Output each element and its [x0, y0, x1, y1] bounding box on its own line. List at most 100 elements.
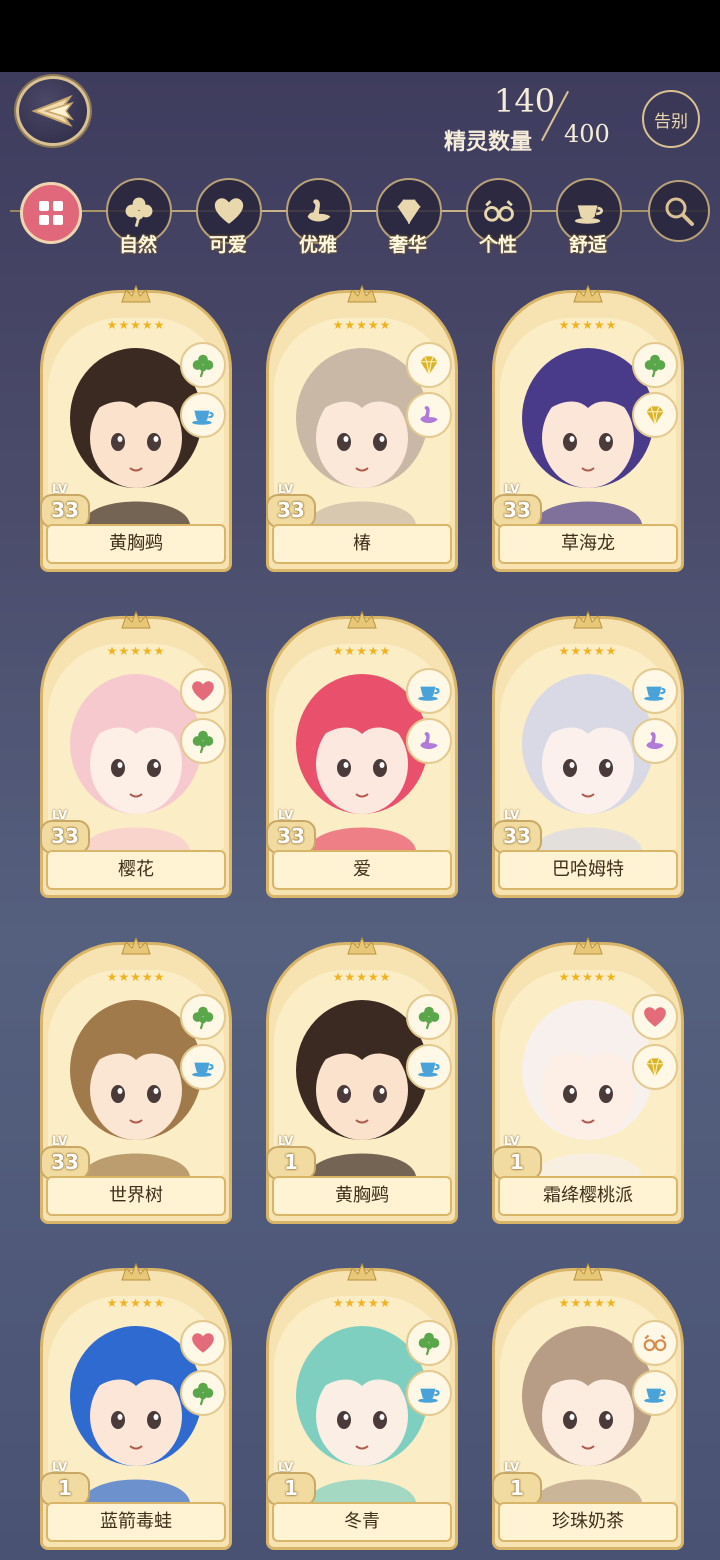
star-rating: ★★★★★: [332, 1296, 392, 1310]
star-rating: ★★★★★: [332, 970, 392, 984]
spirit-card[interactable]: ★★★★★ LV 33 椿: [266, 284, 458, 572]
spirit-card[interactable]: ★★★★★ LV 1 黄胸鹀: [266, 936, 458, 1224]
filter-heart[interactable]: 可爱: [190, 178, 266, 256]
filter-all-button[interactable]: [20, 182, 82, 244]
swan-icon: [420, 732, 438, 750]
clover-icon: [418, 1006, 440, 1030]
attribute-badge: [180, 392, 226, 438]
level-value: 33: [266, 820, 316, 854]
level-value: 33: [40, 820, 90, 854]
back-arrow-icon: [31, 94, 74, 128]
spirit-card[interactable]: ★★★★★ LV 33 黄胸鹀: [40, 284, 232, 572]
crown-ornament-icon: [121, 284, 151, 303]
search-icon: [665, 197, 694, 226]
level-badge: LV 33: [266, 482, 316, 528]
glasses-icon: [484, 200, 514, 222]
star-rating: ★★★★★: [558, 318, 618, 332]
diamond-icon: [420, 356, 438, 375]
spirit-card[interactable]: ★★★★★ LV 1 霜绛樱桃派: [492, 936, 684, 1224]
back-button[interactable]: [16, 76, 90, 146]
crown-ornament-icon: [573, 1262, 603, 1281]
filter-label: 优雅: [298, 234, 337, 256]
level-value: 1: [492, 1472, 542, 1506]
star-rating: ★★★★★: [106, 1296, 166, 1310]
filter-label: 奢华: [388, 234, 427, 256]
level-badge: LV 1: [492, 1134, 542, 1180]
star-rating: ★★★★★: [106, 318, 166, 332]
filter-glasses[interactable]: 个性: [460, 178, 536, 256]
crown-ornament-icon: [121, 936, 151, 955]
attribute-badge: [632, 342, 678, 388]
attribute-badge: [406, 994, 452, 1040]
star-rating: ★★★★★: [332, 318, 392, 332]
attribute-badge: [180, 1320, 226, 1366]
spirit-card[interactable]: ★★★★★ LV 1 冬青: [266, 1262, 458, 1550]
search-button[interactable]: [648, 180, 710, 242]
teacup-icon: [574, 205, 603, 224]
spirit-name: 椿: [272, 524, 452, 564]
crown-ornament-icon: [347, 936, 377, 955]
glasses-icon: [643, 1334, 667, 1352]
level-badge: LV 1: [40, 1460, 90, 1506]
crown-ornament-icon: [573, 936, 603, 955]
spirit-name: 巴哈姆特: [498, 850, 678, 890]
clover-icon: [418, 1332, 440, 1356]
spirit-card[interactable]: ★★★★★ LV 33 草海龙: [492, 284, 684, 572]
attribute-badge: [406, 392, 452, 438]
farewell-button[interactable]: 告别: [642, 90, 700, 148]
spirit-card[interactable]: ★★★★★ LV 1 蓝箭毒蛙: [40, 1262, 232, 1550]
star-rating: ★★★★★: [558, 644, 618, 658]
star-rating: ★★★★★: [558, 1296, 618, 1310]
level-value: 33: [492, 820, 542, 854]
filter-clover[interactable]: 自然: [100, 178, 176, 256]
spirit-card[interactable]: ★★★★★ LV 33 爱: [266, 610, 458, 898]
teacup-icon: [418, 686, 440, 701]
spirit-count-current: 140: [494, 82, 556, 120]
clover-icon: [125, 197, 153, 227]
attribute-badge: [632, 994, 678, 1040]
spirit-name: 爱: [272, 850, 452, 890]
spirit-name: 世界树: [46, 1176, 226, 1216]
filter-diamond[interactable]: 奢华: [370, 178, 446, 256]
attribute-badge: [180, 1044, 226, 1090]
spirit-card[interactable]: ★★★★★ LV 33 樱花: [40, 610, 232, 898]
heart-icon: [644, 1007, 666, 1027]
star-rating: ★★★★★: [106, 970, 166, 984]
spirit-count: 140 精灵数量 400: [444, 82, 624, 155]
level-value: 1: [492, 1146, 542, 1180]
diamond-icon: [646, 1058, 664, 1077]
swan-icon: [420, 406, 438, 424]
clover-icon: [192, 354, 214, 378]
teacup-icon: [418, 1388, 440, 1403]
crown-ornament-icon: [121, 1262, 151, 1281]
attribute-badge: [632, 392, 678, 438]
filter-swan[interactable]: 优雅: [280, 178, 356, 256]
spirit-name: 樱花: [46, 850, 226, 890]
level-value: 33: [492, 494, 542, 528]
spirit-name: 黄胸鹀: [272, 1176, 452, 1216]
level-value: 1: [266, 1146, 316, 1180]
attribute-badge: [406, 1320, 452, 1366]
level-badge: LV 33: [266, 808, 316, 854]
level-value: 1: [266, 1472, 316, 1506]
attribute-badge: [406, 668, 452, 714]
level-value: 33: [40, 494, 90, 528]
attribute-badge: [406, 1044, 452, 1090]
header: 140 精灵数量 400 告别: [0, 72, 720, 162]
level-badge: LV 1: [266, 1134, 316, 1180]
spirit-card[interactable]: ★★★★★ LV 1 珍珠奶茶: [492, 1262, 684, 1550]
diamond-icon: [397, 199, 421, 224]
spirit-name: 珍珠奶茶: [498, 1502, 678, 1542]
filter-label: 个性: [478, 234, 517, 256]
spirit-card[interactable]: ★★★★★ LV 33 世界树: [40, 936, 232, 1224]
filter-teacup[interactable]: 舒适: [550, 178, 626, 256]
grid-icon: [39, 201, 63, 225]
teacup-icon: [192, 1062, 214, 1077]
level-value: 33: [266, 494, 316, 528]
attribute-badge: [632, 1370, 678, 1416]
heart-icon: [192, 1333, 214, 1353]
star-rating: ★★★★★: [558, 970, 618, 984]
attribute-badge: [632, 668, 678, 714]
attribute-badge: [180, 718, 226, 764]
spirit-card[interactable]: ★★★★★ LV 33 巴哈姆特: [492, 610, 684, 898]
